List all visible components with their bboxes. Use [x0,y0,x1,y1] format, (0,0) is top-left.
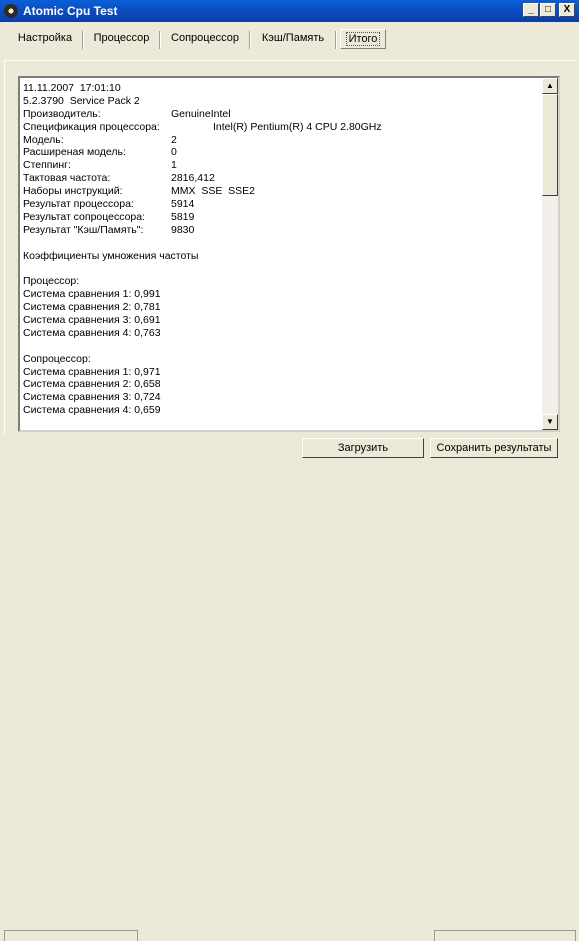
maximize-button[interactable]: □ [540,3,556,17]
atom-icon [4,4,18,18]
report-row: Производитель: GenuineIntel [23,107,231,121]
report-row: Тактовая частота: 2816,412 [23,172,215,185]
tab-settings[interactable]: Настройка [8,29,82,49]
row-value: Intel(R) Pentium(R) 4 CPU 2.80GHz [213,120,382,133]
scroll-thumb[interactable] [542,94,558,196]
tab-cache-memory[interactable]: Кэш/Память [251,29,335,49]
row-value: GenuineIntel [171,107,231,120]
tab-label: Итого [345,32,381,46]
vertical-scrollbar[interactable]: ▲ ▼ [542,78,558,430]
tab-processor[interactable]: Процессор [84,29,159,49]
report-row: Результат процессора: 5914 [23,198,198,211]
row-value: 5914 [171,198,195,211]
tab-coprocessor[interactable]: Сопроцессор [161,29,249,49]
report-row: Расширеная модель: 0 [23,146,198,159]
cpu-ratio-line: Система сравнения 2: 0,781 [23,301,161,314]
fpu-ratio-line: Система сравнения 2: 0,658 [23,378,161,391]
row-key: Наборы инструкций: [23,185,123,198]
results-memo[interactable]: 11.11.2007 17:01:10 5.2.3790 Service Pac… [18,76,560,432]
tab-divider [335,31,337,49]
report-datetime: 11.11.2007 17:01:10 [23,82,121,94]
fpu-ratio-line: Система сравнения 1: 0,971 [23,365,161,378]
report-row: Модель: 2 [23,134,198,147]
minimize-button[interactable]: _ [523,3,539,17]
tab-label: Настройка [17,32,73,44]
row-value: 2 [171,133,177,146]
row-key: Модель: [23,133,64,146]
status-strip [0,464,579,941]
row-key: Спецификация процессора: [23,120,160,133]
scroll-up-icon[interactable]: ▲ [542,78,558,94]
row-value: 2816,412 [171,172,215,185]
cpu-ratio-line: Система сравнения 1: 0,991 [23,288,161,301]
report-row: Результат "Кэш/Память": 9830 [23,224,198,237]
row-key: Результат процессора: [23,198,134,211]
row-key: Степпинг: [23,159,71,172]
tab-strip: Настройка Процессор Сопроцессор Кэш/Памя… [0,22,579,52]
close-button[interactable]: X [559,3,575,17]
report-row: Наборы инструкций: MMX SSE SSE2 [23,185,255,198]
row-key: Производитель: [23,107,101,120]
save-results-button[interactable]: Сохранить результаты [430,438,558,458]
multipliers-heading: Коэффициенты умножения частоты [23,249,199,262]
cpu-ratio-line: Система сравнения 4: 0,763 [23,326,161,339]
tab-label: Кэш/Память [261,32,325,44]
row-key: Расширеная модель: [23,146,126,159]
results-text: 11.11.2007 17:01:10 5.2.3790 Service Pac… [23,82,382,417]
title-bar: Atomic Cpu Test _ □ X [0,0,579,22]
tab-label: Процессор [93,32,150,44]
row-value: 9830 [171,223,195,236]
cpu-heading: Процессор: [23,275,80,288]
fpu-heading: Сопроцессор: [23,352,91,365]
cpu-ratio-line: Система сравнения 3: 0,691 [23,314,161,327]
window-title: Atomic Cpu Test [23,4,118,18]
report-os: 5.2.3790 Service Pack 2 [23,94,140,107]
load-button[interactable]: Загрузить [302,438,424,458]
report-row: Результат сопроцессора: 5819 [23,211,198,224]
fpu-ratio-line: Система сравнения 4: 0,659 [23,404,161,417]
row-key: Результат сопроцессора: [23,210,146,223]
row-value: 1 [171,159,177,172]
row-value: MMX SSE SSE2 [171,185,256,198]
tab-label: Сопроцессор [171,32,239,44]
row-value: 0 [171,146,177,159]
row-key: Результат "Кэш/Память": [23,223,144,236]
bottom-control [4,930,138,941]
report-row: Степпинг: 1 [23,159,198,172]
bottom-control [434,930,576,941]
fpu-ratio-line: Система сравнения 3: 0,724 [23,391,161,404]
row-value: 5819 [171,210,195,223]
row-key: Тактовая частота: [23,172,111,185]
tab-summary[interactable]: Итого [340,29,386,49]
report-row: Спецификация процессора: Intel(R) Pentium… [23,120,382,134]
scroll-down-icon[interactable]: ▼ [542,414,558,430]
